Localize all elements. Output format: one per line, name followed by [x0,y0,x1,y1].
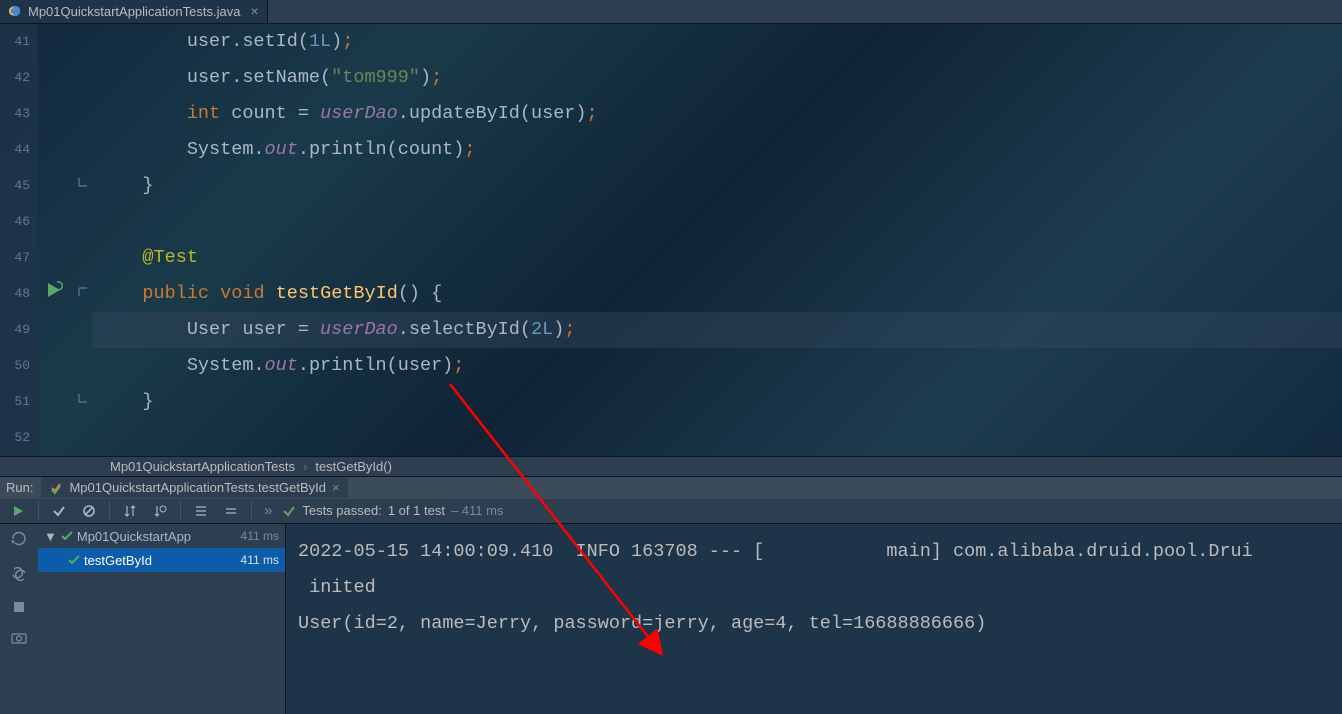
code-line[interactable]: user.setId(1L); [92,24,1342,60]
line-number: 45 [0,168,38,204]
collapse-all-button[interactable] [219,499,243,523]
code-line[interactable]: user.setName("tom999"); [92,60,1342,96]
line-number-gutter: 414243444546474849505152 [0,24,38,456]
editor-tab-label: Mp01QuickstartApplicationTests.java [28,4,240,19]
run-marker-gutter [38,24,74,456]
chevron-right-icon: › [303,459,307,474]
test-toolbar: » Tests passed: 1 of 1 test – 411 ms [0,499,1342,524]
toggle-autotest-icon[interactable] [10,565,28,588]
code-line[interactable]: @Test [92,240,1342,276]
line-number: 48 [0,276,38,312]
code-editor[interactable]: 414243444546474849505152 user.setId(1L);… [0,24,1342,456]
code-line[interactable] [92,204,1342,240]
code-line[interactable] [92,420,1342,456]
run-toolwindow-header: Run: Mp01QuickstartApplicationTests.test… [0,477,1342,499]
code-line[interactable]: User user = userDao.selectById(2L); [92,312,1342,348]
line-number: 51 [0,384,38,420]
run-left-toolbar [0,524,38,714]
test-config-icon [49,481,63,495]
java-file-icon [8,4,22,18]
check-icon [61,530,73,542]
line-number: 49 [0,312,38,348]
line-number: 42 [0,60,38,96]
toolbar-divider [251,501,252,521]
code-line[interactable]: } [92,168,1342,204]
run-test-icon[interactable] [44,280,64,305]
breadcrumb-class[interactable]: Mp01QuickstartApplicationTests [110,459,295,474]
console-line: 2022-05-15 14:00:09.410 INFO 163708 --- … [298,534,1330,570]
stop-icon[interactable] [12,600,26,619]
test-tree-item-time: 411 ms [241,553,279,567]
test-status-time: – 411 ms [451,503,504,518]
code-line[interactable]: int count = userDao.updateById(user); [92,96,1342,132]
test-tree-root-label: Mp01QuickstartApp [77,529,191,544]
expand-all-button[interactable] [189,499,213,523]
sort-duration-button[interactable] [148,499,172,523]
line-number: 43 [0,96,38,132]
test-status-prefix: Tests passed: [302,503,382,518]
fold-end-icon[interactable] [76,392,90,411]
check-icon [68,554,80,566]
test-status: Tests passed: 1 of 1 test – 411 ms [282,503,503,518]
sort-button[interactable] [118,499,142,523]
fold-end-icon[interactable] [76,176,90,195]
line-number: 41 [0,24,38,60]
close-icon[interactable]: × [250,3,258,19]
run-toolwindow-body: ▼ Mp01QuickstartApp 411 ms testGetById 4… [0,524,1342,714]
toolbar-divider [109,501,110,521]
line-number: 50 [0,348,38,384]
line-number: 44 [0,132,38,168]
show-ignored-button[interactable] [77,499,101,523]
check-icon [282,504,296,518]
test-tree[interactable]: ▼ Mp01QuickstartApp 411 ms testGetById 4… [38,524,286,714]
breadcrumb-method[interactable]: testGetById() [315,459,392,474]
test-tree-root[interactable]: ▼ Mp01QuickstartApp 411 ms [38,524,285,548]
test-tree-item-label: testGetById [84,553,152,568]
code-line[interactable]: System.out.println(count); [92,132,1342,168]
rerun-button[interactable] [6,499,30,523]
editor-tab-bar: Mp01QuickstartApplicationTests.java × [0,0,1342,24]
rerun-failed-icon[interactable] [10,530,28,553]
close-icon[interactable]: × [332,480,340,495]
fold-gutter [74,24,92,456]
more-icon[interactable]: » [264,502,272,519]
fold-start-icon[interactable] [76,284,90,303]
editor-tab[interactable]: Mp01QuickstartApplicationTests.java × [0,0,268,23]
show-passed-button[interactable] [47,499,71,523]
run-label: Run: [6,480,33,495]
code-line[interactable]: } [92,384,1342,420]
run-config-tab[interactable]: Mp01QuickstartApplicationTests.testGetBy… [41,477,347,498]
test-status-count: 1 of 1 test [388,503,445,518]
toolbar-divider [38,501,39,521]
code-line[interactable]: System.out.println(user); [92,348,1342,384]
line-number: 47 [0,240,38,276]
code-content[interactable]: user.setId(1L); user.setName("tom999"); … [92,24,1342,456]
console-output[interactable]: 2022-05-15 14:00:09.410 INFO 163708 --- … [286,524,1342,714]
export-icon[interactable] [11,631,27,650]
line-number: 46 [0,204,38,240]
run-config-label: Mp01QuickstartApplicationTests.testGetBy… [69,480,326,495]
console-line: inited [298,570,1330,606]
console-line: User(id=2, name=Jerry, password=jerry, a… [298,606,1330,642]
code-line[interactable]: public void testGetById() { [92,276,1342,312]
test-tree-root-time: 411 ms [241,529,279,543]
line-number: 52 [0,420,38,456]
breadcrumb: Mp01QuickstartApplicationTests › testGet… [0,456,1342,477]
chevron-down-icon: ▼ [44,529,57,544]
test-tree-item[interactable]: testGetById 411 ms [38,548,285,572]
toolbar-divider [180,501,181,521]
